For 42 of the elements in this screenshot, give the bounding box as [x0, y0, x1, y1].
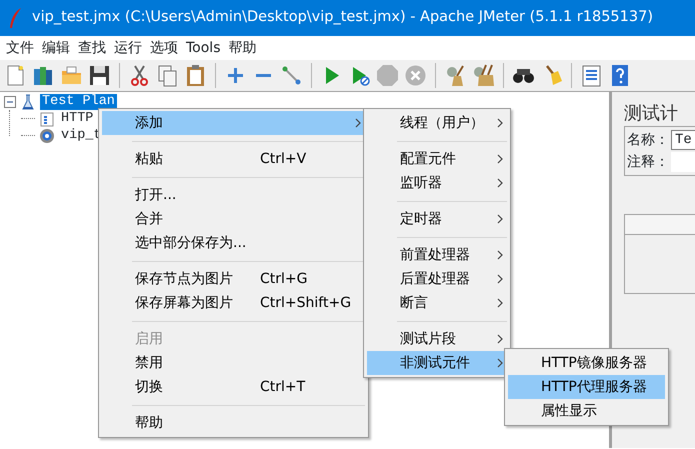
menu-item[interactable]: HTTP代理服务器	[508, 375, 665, 399]
menu-item[interactable]: 粘贴 Ctrl+V	[102, 147, 365, 171]
menu-item[interactable]: 禁用	[102, 351, 365, 375]
menu-item[interactable]: 保存节点为图片 Ctrl+G	[102, 267, 365, 291]
broom-icon[interactable]	[471, 63, 496, 88]
menu-item[interactable]: 非测试元件	[367, 351, 507, 375]
menu-item[interactable]: 断言	[367, 291, 507, 315]
menu-item[interactable]: 监听器	[367, 171, 507, 195]
menu-bar-item[interactable]: 帮助	[224, 38, 260, 58]
flask-icon	[20, 94, 36, 110]
menu-item[interactable]: 保存屏幕为图片 Ctrl+Shift+G	[102, 291, 365, 315]
text-field[interactable]: Te	[671, 130, 695, 150]
menu-bar-item[interactable]: 编辑	[38, 38, 74, 58]
tree-node[interactable]: Test Plan	[40, 94, 117, 110]
collapse-icon[interactable]	[4, 96, 16, 108]
menu-item[interactable]: 定时器	[367, 207, 507, 231]
config-icon	[39, 110, 55, 126]
menu-item[interactable]: 线程（用户）	[367, 111, 507, 135]
menu-bar-item[interactable]: Tools	[182, 38, 224, 58]
menu-item[interactable]: 选中部分保存为...	[102, 231, 365, 255]
menu-item[interactable]: 帮助	[102, 411, 365, 435]
menu-item[interactable]: 配置元件	[367, 147, 507, 171]
menu-item[interactable]: 测试片段	[367, 327, 507, 351]
menu-bar-item[interactable]: 运行	[110, 38, 146, 58]
menu-bar-item[interactable]: 查找	[74, 38, 110, 58]
menu-item[interactable]: 前置处理器	[367, 243, 507, 267]
menu-item[interactable]: 切换 Ctrl+T	[102, 375, 365, 399]
window-title: vip_test.jmx (C:\Users\Admin\Desktop\vip_test.jmx) - Apache JMeter (5.1.1 r1855137)	[32, 8, 653, 28]
menu-bar-item[interactable]: 文件	[2, 38, 38, 58]
gear-icon	[39, 128, 55, 144]
menu-item[interactable]: 后置处理器	[367, 267, 507, 291]
menu-item[interactable]: 属性显示	[508, 399, 665, 423]
field-label: 名称：	[627, 130, 669, 150]
menu-item[interactable]: 打开...	[102, 183, 365, 207]
panel-title: 测试计	[624, 102, 679, 124]
menu-item[interactable]: 添加	[102, 111, 365, 135]
feather-icon	[8, 7, 24, 29]
menu-bar-item[interactable]: 选项	[146, 38, 182, 58]
menu-item[interactable]: 合并	[102, 207, 365, 231]
tree-node[interactable]: HTTP	[59, 110, 96, 126]
field-label: 注释：	[627, 152, 669, 172]
menu-item[interactable]: HTTP镜像服务器	[508, 351, 665, 375]
